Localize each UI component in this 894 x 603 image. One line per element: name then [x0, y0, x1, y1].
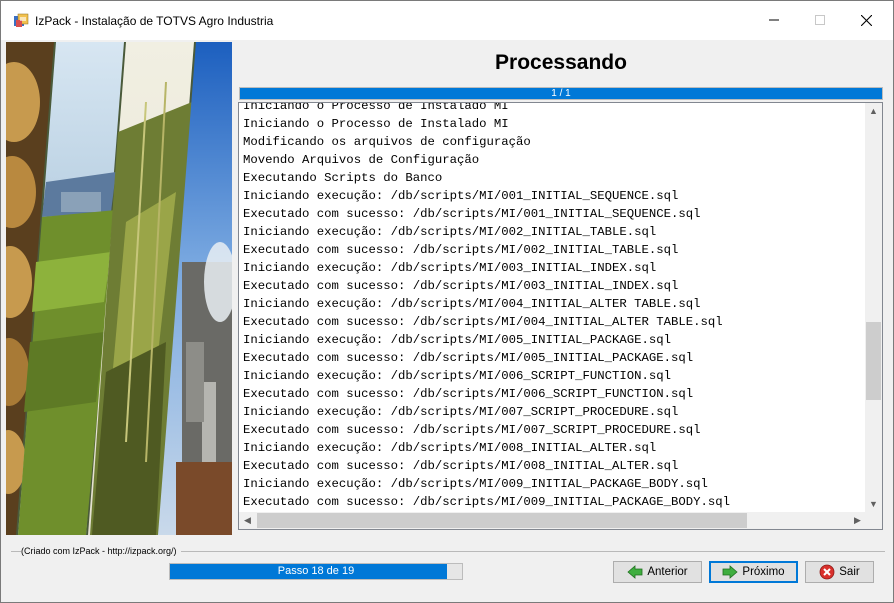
- log-line: Modificando os arquivos de configuração: [243, 135, 531, 149]
- log-line: Executado com sucesso: /db/scripts/MI/00…: [243, 279, 679, 293]
- install-log-textarea[interactable]: Iniciando o Processo de Instalado MI Inic…: [238, 102, 883, 530]
- log-line: Executado com sucesso: /db/scripts/MI/00…: [243, 459, 679, 473]
- log-line: Iniciando o Processo de Instalado MI: [243, 117, 509, 131]
- horizontal-scrollbar[interactable]: ◀ ▶: [239, 512, 866, 529]
- log-line: Iniciando o Processo de Instalado MI: [243, 102, 509, 113]
- log-line: Executado com sucesso: /db/scripts/MI/00…: [243, 315, 723, 329]
- back-button-label: Anterior: [647, 566, 688, 578]
- horizontal-scroll-thumb[interactable]: [257, 513, 747, 528]
- next-button[interactable]: Próximo: [709, 561, 798, 583]
- back-button[interactable]: Anterior: [613, 561, 702, 583]
- installer-side-banner-image: [6, 42, 232, 535]
- izpack-credit: (Criado com IzPack - http://izpack.org/): [21, 546, 181, 556]
- izpack-app-icon: [14, 13, 29, 27]
- log-line: Iniciando execução: /db/scripts/MI/006_S…: [243, 369, 672, 383]
- log-line: Iniciando execução: /db/scripts/MI/001_I…: [243, 189, 679, 203]
- close-icon: [860, 14, 872, 26]
- next-button-label: Próximo: [742, 566, 785, 578]
- maximize-icon: [815, 15, 825, 25]
- step-progress-bar: Passo 18 de 19: [169, 563, 463, 580]
- green-left-arrow-icon: [627, 565, 643, 579]
- log-line: Iniciando execução: /db/scripts/MI/008_I…: [243, 441, 657, 455]
- log-line: Iniciando execução: /db/scripts/MI/004_I…: [243, 297, 701, 311]
- exit-button-label: Sair: [839, 566, 860, 578]
- page-title: Processando: [237, 43, 885, 83]
- vertical-scrollbar[interactable]: ▲ ▼: [865, 103, 882, 513]
- log-line: Iniciando execução: /db/scripts/MI/002_I…: [243, 225, 657, 239]
- pack-progress-text: 1 / 1: [551, 88, 571, 99]
- log-line: Executado com sucesso: /db/scripts/MI/00…: [243, 207, 701, 221]
- scroll-corner: [865, 512, 882, 529]
- scroll-right-icon[interactable]: ▶: [849, 512, 866, 529]
- maximize-button[interactable]: [805, 7, 835, 33]
- scroll-down-icon[interactable]: ▼: [865, 496, 882, 513]
- exit-button[interactable]: Sair: [805, 561, 874, 583]
- log-line: Iniciando execução: /db/scripts/MI/003_I…: [243, 261, 657, 275]
- log-line: Executado com sucesso: /db/scripts/MI/00…: [243, 423, 701, 437]
- log-line: Executando Scripts do Banco: [243, 171, 443, 185]
- scroll-up-icon[interactable]: ▲: [865, 103, 882, 120]
- scroll-left-icon[interactable]: ◀: [239, 512, 256, 529]
- minimize-button[interactable]: [759, 7, 789, 33]
- log-line: Executado com sucesso: /db/scripts/MI/00…: [243, 387, 694, 401]
- log-line: Iniciando execução: /db/scripts/MI/005_I…: [243, 333, 672, 347]
- log-line: Executado com sucesso: /db/scripts/MI/00…: [243, 495, 731, 509]
- log-line: Movendo Arquivos de Configuração: [243, 153, 480, 167]
- vertical-scroll-thumb[interactable]: [866, 322, 881, 400]
- log-line: Iniciando execução: /db/scripts/MI/009_I…: [243, 477, 708, 491]
- installer-window: IzPack - Instalação de TOTVS Agro Indust…: [0, 0, 894, 603]
- title-bar[interactable]: IzPack - Instalação de TOTVS Agro Indust…: [1, 1, 893, 40]
- log-lines: Iniciando o Processo de Instalado MI Inic…: [243, 102, 731, 529]
- log-line: Executado com sucesso: /db/scripts/MI/00…: [243, 351, 694, 365]
- window-title: IzPack - Instalação de TOTVS Agro Indust…: [35, 14, 274, 28]
- log-line: Executado com sucesso: /db/scripts/MI/00…: [243, 243, 679, 257]
- log-line: Iniciando execução: /db/scripts/MI/007_S…: [243, 405, 679, 419]
- red-cancel-icon: [819, 564, 835, 580]
- close-button[interactable]: [851, 7, 881, 33]
- green-right-arrow-icon: [723, 565, 739, 579]
- pack-progress-bar: 1 / 1: [239, 87, 883, 100]
- minimize-icon: [769, 19, 779, 21]
- step-progress-text: Passo 18 de 19: [277, 565, 355, 577]
